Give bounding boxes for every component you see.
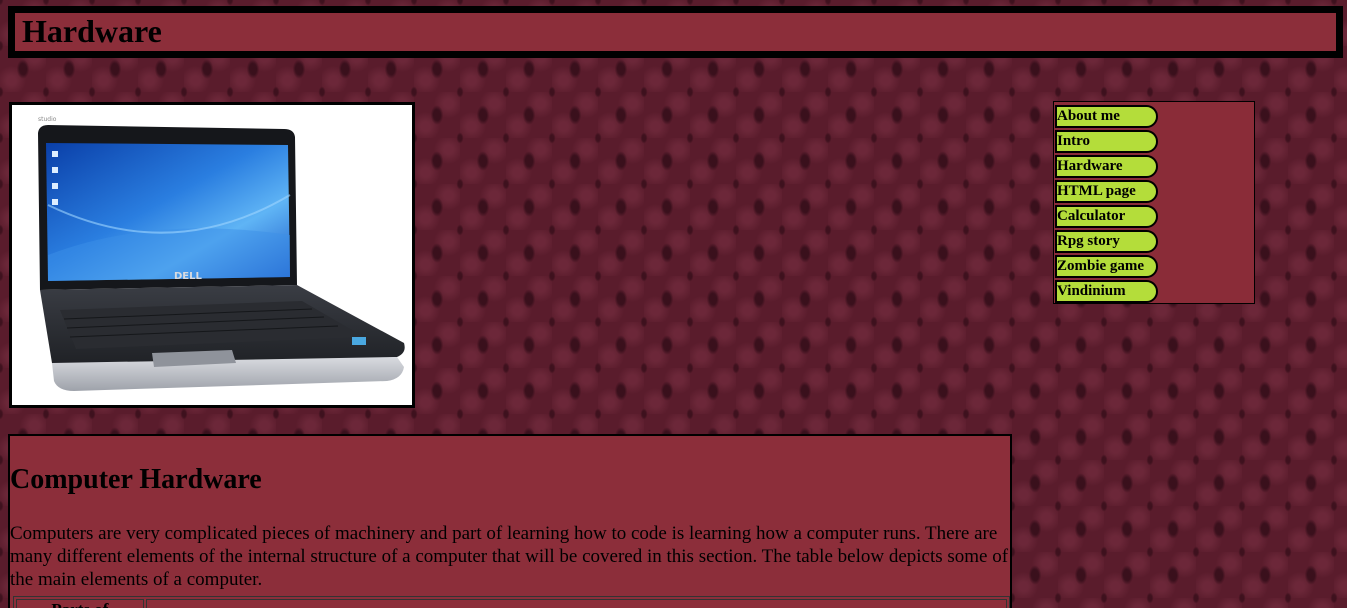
table-header-parts: Parts of: [16, 599, 144, 608]
section-heading: Computer Hardware: [10, 464, 262, 495]
nav-link-html-page[interactable]: HTML page: [1055, 180, 1158, 203]
laptop-model-label: studio: [38, 116, 57, 123]
nav-list-item: Zombie game: [1055, 255, 1254, 279]
table-header-row: Parts of: [16, 599, 1007, 608]
hardware-table: Parts of: [13, 596, 1010, 608]
nav-list-item: Rpg story: [1055, 230, 1254, 254]
nav-list-item: Hardware: [1055, 155, 1254, 179]
nav-link-intro[interactable]: Intro: [1055, 130, 1158, 153]
nav-list-item: Vindinium: [1055, 280, 1254, 304]
laptop-illustration: DELL studio: [38, 116, 405, 391]
nav-link-hardware[interactable]: Hardware: [1055, 155, 1158, 178]
page-header: Hardware: [8, 6, 1343, 58]
section-intro-paragraph: Computers are very complicated pieces of…: [10, 523, 1009, 590]
nav-list: About me Intro Hardware HTML page Calcul…: [1054, 102, 1254, 304]
nav-list-item: About me: [1055, 105, 1254, 129]
laptop-brand-label: DELL: [174, 271, 203, 282]
page-header-inner: Hardware: [15, 13, 1336, 51]
nav-list-item: Calculator: [1055, 205, 1254, 229]
nav-list-item: Intro: [1055, 130, 1254, 154]
nav-link-zombie-game[interactable]: Zombie game: [1055, 255, 1158, 278]
nav-link-calculator[interactable]: Calculator: [1055, 205, 1158, 228]
hardware-content-panel: Computer Hardware Computers are very com…: [8, 434, 1012, 608]
table-header-description: [145, 599, 1007, 608]
nav-list-item: HTML page: [1055, 180, 1254, 204]
page-title: Hardware: [22, 13, 162, 49]
side-navigation: About me Intro Hardware HTML page Calcul…: [1053, 101, 1255, 304]
nav-link-rpg-story[interactable]: Rpg story: [1055, 230, 1158, 253]
laptop-image: DELL studio: [9, 102, 415, 408]
nav-link-about-me[interactable]: About me: [1055, 105, 1158, 128]
nav-link-vindinium[interactable]: Vindinium: [1055, 280, 1158, 303]
